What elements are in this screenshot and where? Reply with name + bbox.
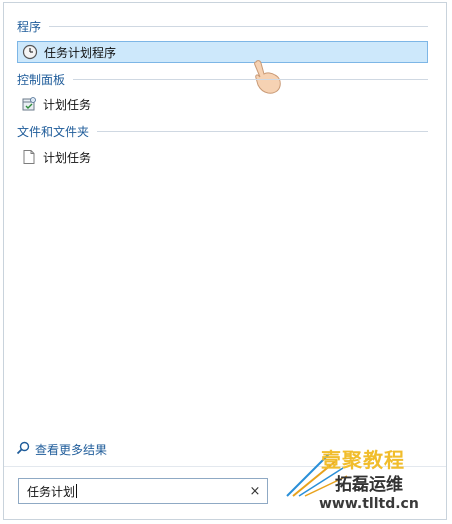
document-icon	[21, 149, 37, 165]
group-header-control-panel: 控制面板	[17, 71, 428, 87]
search-icon	[16, 441, 30, 458]
group-header-files-folders: 文件和文件夹	[17, 123, 428, 139]
clear-search-icon[interactable]: ×	[243, 484, 267, 499]
group-label: 文件和文件夹	[17, 124, 90, 139]
group-label: 控制面板	[17, 72, 66, 87]
result-item-label: 任务计划程序	[44, 45, 117, 60]
search-input-value: 任务计划	[27, 484, 76, 499]
clock-icon	[22, 44, 38, 60]
result-item-label: 计划任务	[43, 150, 92, 165]
watermark-line1: 壹聚教程	[321, 448, 405, 472]
result-item-task-scheduler[interactable]: 任务计划程序	[17, 41, 428, 63]
search-input-field[interactable]: 任务计划	[19, 479, 243, 503]
text-caret	[76, 484, 78, 498]
watermark: 壹聚教程 拓磊运维 www.tlltd.cn	[285, 444, 445, 520]
result-item-scheduled-tasks-file[interactable]: 计划任务	[17, 146, 91, 168]
result-item-scheduled-tasks[interactable]: 计划任务	[17, 93, 91, 115]
scheduled-tasks-icon	[21, 96, 37, 112]
search-input[interactable]: 任务计划 ×	[18, 478, 268, 504]
divider	[73, 78, 428, 80]
see-more-results-link[interactable]: 查看更多结果	[16, 440, 107, 458]
watermark-line2: 拓磊运维	[335, 475, 403, 495]
watermark-url: www.tlltd.cn	[319, 496, 419, 512]
result-item-label: 计划任务	[43, 97, 92, 112]
divider	[97, 130, 428, 132]
see-more-results-label: 查看更多结果	[35, 442, 108, 457]
group-label: 程序	[17, 19, 42, 34]
divider	[49, 25, 428, 27]
group-header-programs: 程序	[17, 18, 428, 34]
